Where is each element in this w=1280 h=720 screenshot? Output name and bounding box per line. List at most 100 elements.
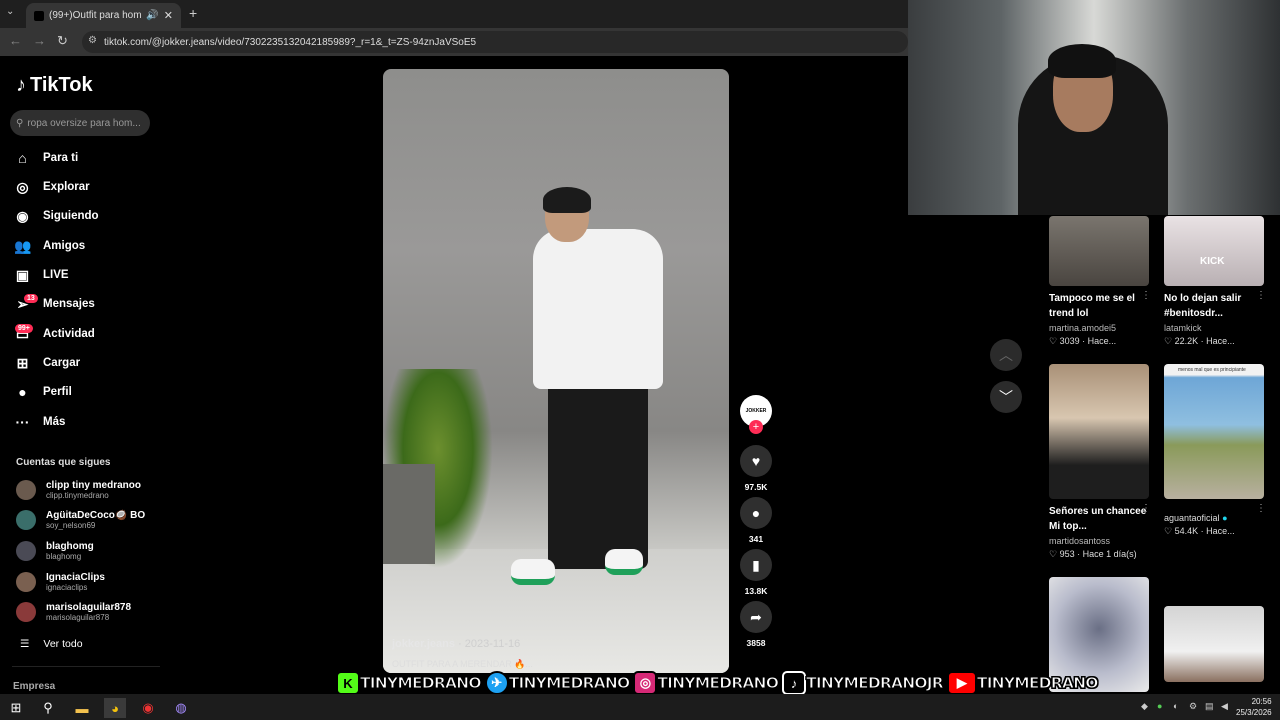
sidebar-divider [12, 666, 160, 667]
nav-item-siguiendo[interactable]: ◉ Siguiendo [14, 205, 99, 227]
save-button[interactable]: ▮ 13.8K [740, 549, 772, 596]
tiktok-logo[interactable]: ♪ TikTok [16, 74, 93, 97]
following-account[interactable]: AgüitaDeCoco🥥 BO soy_nelson69 [16, 510, 145, 530]
nav-label: LIVE [43, 269, 69, 281]
tab-title: (99+)Outfit para hombres: ... [49, 10, 142, 21]
site-info-icon[interactable]: ⚙ [88, 35, 97, 46]
search-icon: ⚲ [16, 117, 24, 129]
share-button[interactable]: ➦ 3858 [740, 601, 772, 648]
tiktok-logo-text: TikTok [30, 74, 93, 96]
social-handle: TINYMEDRANO [508, 674, 630, 693]
card-more-icon[interactable]: ⋮ [1141, 290, 1151, 301]
card-user: latamkick [1164, 323, 1202, 333]
clock[interactable]: 20:56 25/3/2026 [1236, 696, 1272, 718]
verified-icon: ● [1222, 513, 1228, 523]
chevron-down-icon: ﹀ [999, 389, 1013, 405]
share-icon: ➦ [740, 601, 772, 633]
file-explorer-icon[interactable]: ▬ [71, 698, 93, 718]
account-name: clipp tiny medranoo [46, 480, 142, 491]
social-twitter: ✈ TINYMEDRANO [484, 671, 631, 695]
comment-count: 341 [748, 534, 764, 544]
discord-icon[interactable]: ◍ [170, 698, 192, 718]
video-person-pants [548, 379, 648, 569]
video-author[interactable]: jokker.jeans · 2023-11-16 [392, 638, 520, 650]
video-person-hair [543, 187, 591, 213]
network-icon[interactable]: ▤ [1205, 701, 1214, 712]
nav-item-live[interactable]: ▣ LIVE [14, 264, 69, 286]
company-link[interactable]: Empresa [13, 681, 55, 692]
avatar [16, 602, 36, 622]
back-button[interactable]: ← [9, 33, 22, 48]
recommended-video-card[interactable]: Señores un chancee Mi top... martidosant… [1049, 364, 1149, 560]
youtube-icon: ▶ [946, 671, 977, 695]
card-title: Tampoco me se el trend lol [1049, 293, 1135, 319]
tray-icon[interactable]: ◐ [1173, 701, 1178, 711]
card-more-icon[interactable]: ⋮ [1256, 290, 1266, 301]
webcam-overlay [908, 0, 1280, 215]
nav-label: Mensajes [43, 298, 95, 310]
nav-item-mas[interactable]: ··· Más [14, 411, 66, 433]
forward-button[interactable]: → [33, 33, 46, 48]
app-icon[interactable]: ◉ [137, 698, 159, 718]
social-handle: TINYMEDRANO [976, 674, 1098, 693]
tray-icon[interactable]: ● [1157, 701, 1162, 711]
video-player[interactable]: jokker.jeans · 2023-11-16 OUTFIT PARA A … [383, 69, 729, 673]
nav-label: Actividad [43, 328, 95, 340]
search-input[interactable]: ⚲ ropa oversize para hom... [10, 110, 150, 136]
url-text: tiktok.com/@jokker.jeans/video/730223513… [104, 36, 477, 48]
tab-audio-icon[interactable]: 🔊 [146, 10, 158, 21]
address-bar[interactable]: tiktok.com/@jokker.jeans/video/730223513… [82, 31, 908, 53]
live-icon: ▣ [15, 266, 30, 283]
tab-search-icon[interactable]: ⌄ [6, 6, 14, 17]
see-all-link[interactable]: ☰ Ver todo [20, 638, 83, 650]
comment-button[interactable]: ● 341 [740, 497, 772, 544]
new-tab-button[interactable]: + [189, 5, 197, 21]
video-person-shirt [533, 229, 663, 389]
video-shoe-right [605, 549, 643, 575]
video-thumbnail [1049, 216, 1149, 286]
nav-label: Siguiendo [43, 210, 99, 222]
tray-icon[interactable]: ◆ [1141, 701, 1148, 712]
social-kick: K TINYMEDRANO [336, 671, 482, 695]
volume-icon[interactable]: ◀ [1221, 701, 1228, 712]
nav-item-amigos[interactable]: 👥 Amigos [14, 235, 85, 257]
nav-item-explorar[interactable]: ◎ Explorar [14, 176, 90, 198]
video-thumbnail: menos mal que es principiante [1164, 364, 1264, 499]
following-account[interactable]: marisolaguilar878 marisolaguilar878 [16, 602, 131, 622]
nav-label: Explorar [43, 181, 90, 193]
nav-label: Amigos [43, 240, 86, 252]
windows-start-icon[interactable]: ⊞ [5, 698, 27, 718]
card-more-icon[interactable]: ⋮ [1256, 503, 1266, 514]
thumbnail-caption: menos mal que es principiante [1178, 367, 1246, 373]
search-icon[interactable]: ⚲ [37, 698, 59, 718]
like-button[interactable]: ♥ 97.5K [740, 445, 772, 492]
following-account[interactable]: IgnaciaClips ignaciaclips [16, 572, 105, 592]
following-account[interactable]: blaghomg blaghomg [16, 541, 94, 561]
browser-tab[interactable]: (99+)Outfit para hombres: ... 🔊 ✕ [26, 3, 181, 28]
recommended-video-card[interactable] [1164, 606, 1264, 682]
card-user: aguantaoficial ● [1164, 513, 1228, 523]
card-more-icon[interactable]: ⋮ [1141, 503, 1151, 514]
follow-plus-button[interactable]: + [749, 420, 763, 434]
chrome-icon[interactable]: ◕ [104, 698, 126, 718]
nav-item-cargar[interactable]: ⊞ Cargar [14, 352, 80, 374]
card-stats: ♡ 953 · Hace 1 día(s) [1049, 549, 1137, 559]
recommended-video-card[interactable]: menos mal que es principiante aguantaofi… [1164, 364, 1264, 537]
taskbar [0, 694, 1280, 720]
recommended-video-card[interactable]: KICK No lo dejan salir #benitosdr... lat… [1164, 216, 1264, 347]
nav-item-para-ti[interactable]: ⌂ Para ti [14, 147, 78, 169]
kick-icon: K [336, 671, 360, 695]
next-video-button[interactable]: ﹀ [990, 381, 1022, 413]
reload-button[interactable]: ↻ [57, 33, 68, 49]
tab-close-icon[interactable]: ✕ [164, 9, 173, 22]
kick-logo: KICK [1200, 256, 1225, 267]
tray-icon[interactable]: ⚙ [1189, 701, 1197, 712]
recommended-video-card[interactable]: Tampoco me se el trend lol martina.amode… [1049, 216, 1149, 347]
previous-video-button[interactable]: ︿ [990, 339, 1022, 371]
following-account[interactable]: clipp tiny medranoo clipp.tinymedrano [16, 480, 141, 500]
following-icon: ◉ [16, 207, 29, 224]
like-count: 97.5K [744, 482, 768, 492]
activity-badge: 99+ [15, 324, 33, 333]
card-title: Señores un chancee Mi top... [1049, 506, 1147, 532]
nav-item-perfil[interactable]: ● Perfil [14, 381, 72, 403]
